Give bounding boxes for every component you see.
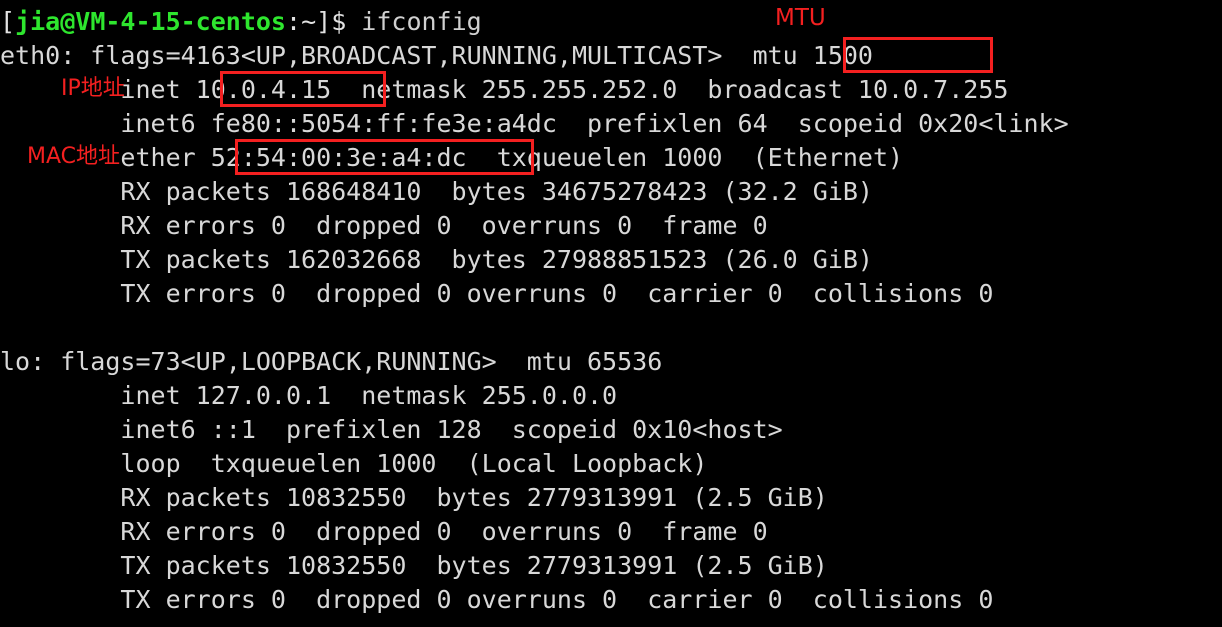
output-line-eth0-flags: eth0: flags=4163<UP,BROADCAST,RUNNING,MU…	[0, 41, 873, 70]
annotation-label-mac-address: MAC地址	[27, 144, 121, 169]
output-line-lo-flags: lo: flags=73<UP,LOOPBACK,RUNNING> mtu 65…	[0, 347, 663, 376]
output-line-eth0-ether: ether 52:54:00:3e:a4:dc txqueuelen 1000 …	[0, 143, 904, 172]
prompt-user-host: jia@VM-4-15-centos	[15, 7, 286, 36]
output-line-eth0-rx-packets: RX packets 168648410 bytes 34675278423 (…	[0, 177, 873, 206]
annotation-label-ip-address: IP地址	[61, 76, 125, 101]
output-line-lo-tx-errors: TX errors 0 dropped 0 overruns 0 carrier…	[0, 585, 994, 614]
output-line-eth0-inet: inet 10.0.4.15 netmask 255.255.252.0 bro…	[0, 75, 1009, 104]
prompt-line: [jia@VM-4-15-centos:~]$ ifconfig	[0, 5, 482, 39]
output-line-eth0-rx-errors: RX errors 0 dropped 0 overruns 0 frame 0	[0, 211, 768, 240]
prompt-path: ~	[301, 7, 317, 36]
output-line-eth0-tx-packets: TX packets 162032668 bytes 27988851523 (…	[0, 245, 873, 274]
output-line-lo-loop: loop txqueuelen 1000 (Local Loopback)	[0, 449, 708, 478]
command-input[interactable]: ifconfig	[361, 7, 481, 36]
output-line-lo-rx-errors: RX errors 0 dropped 0 overruns 0 frame 0	[0, 517, 768, 546]
prompt-separator: :	[286, 7, 302, 36]
prompt-close-bracket: ]	[316, 7, 332, 36]
output-line-lo-rx-packets: RX packets 10832550 bytes 2779313991 (2.…	[0, 483, 828, 512]
output-line-lo-tx-packets: TX packets 10832550 bytes 2779313991 (2.…	[0, 551, 828, 580]
output-line-lo-inet: inet 127.0.0.1 netmask 255.0.0.0	[0, 381, 618, 410]
output-line-lo-inet6: inet6 ::1 prefixlen 128 scopeid 0x10<hos…	[0, 415, 783, 444]
output-line-eth0-inet6: inet6 fe80::5054:ff:fe3e:a4dc prefixlen …	[0, 109, 1069, 138]
prompt-open-bracket: [	[0, 7, 16, 36]
annotation-label-mtu: MTU	[775, 5, 826, 31]
prompt-dollar: $	[331, 7, 362, 36]
output-line-eth0-tx-errors: TX errors 0 dropped 0 overruns 0 carrier…	[0, 279, 994, 308]
terminal-window[interactable]: [jia@VM-4-15-centos:~]$ ifconfig eth0: f…	[0, 0, 1222, 627]
